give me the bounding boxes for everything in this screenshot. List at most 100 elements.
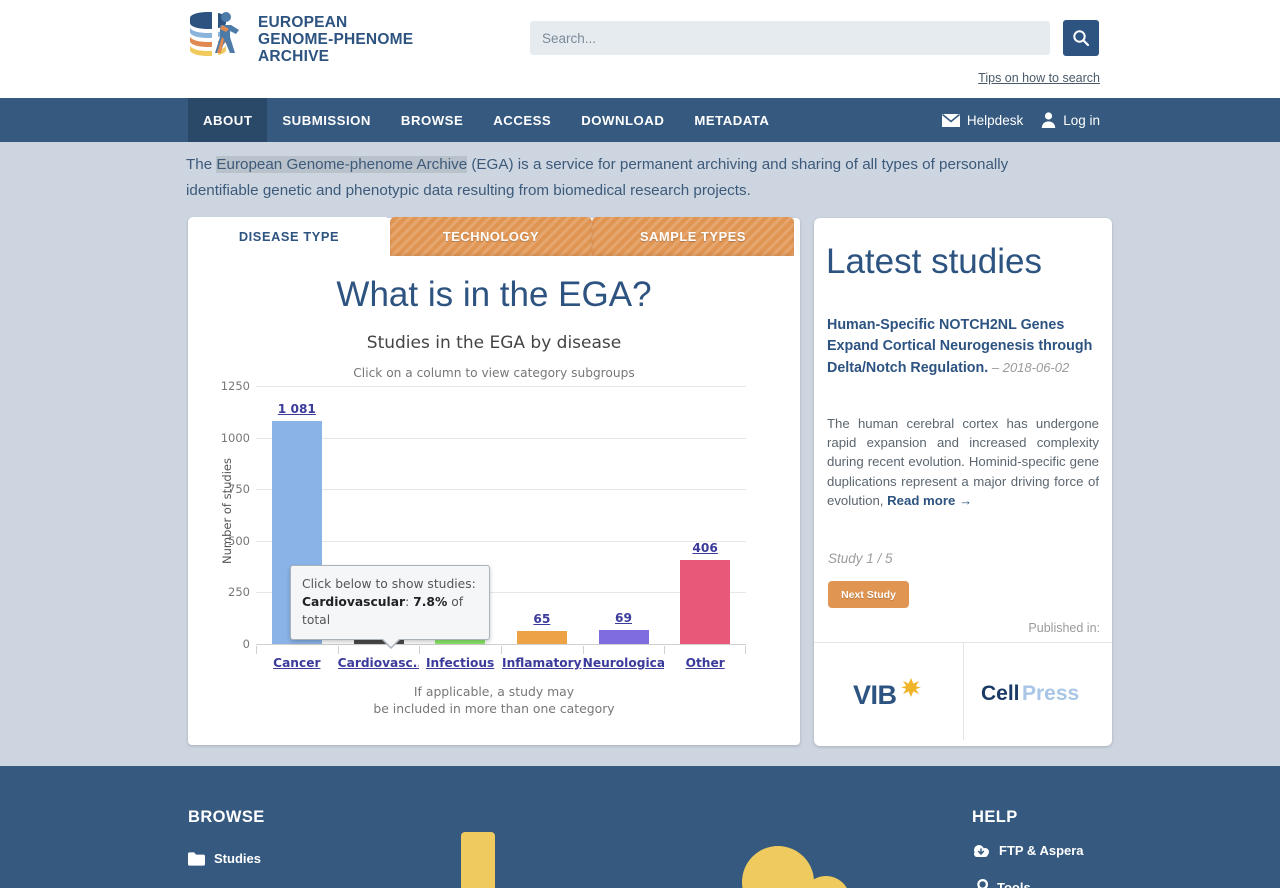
x-tick [337,646,339,654]
ega-logo-icon [186,8,248,70]
nav-item-browse[interactable]: BROWSE [386,98,478,142]
y-axis-ticks: 1250 1000 750 500 250 0 [188,379,250,651]
bar-value-label[interactable]: 69 [599,611,649,625]
chart-tabs: DISEASE TYPE TECHNOLOGY SAMPLE TYPES [188,217,794,256]
helpdesk-link[interactable]: Helpdesk [941,112,1024,128]
cloud-download-icon [974,844,989,857]
chart-footnote: If applicable, a study may be included i… [188,683,800,717]
footer-link-studies[interactable]: Studies [188,851,261,866]
x-label-infectious[interactable]: Infectious [419,656,501,670]
y-tick-0: 0 [242,637,250,651]
site-logo[interactable]: EUROPEAN GENOME-PHENOME ARCHIVE [186,8,413,70]
helpdesk-label: Helpdesk [966,112,1024,128]
nav-item-access[interactable]: ACCESS [478,98,566,142]
x-label-cancer[interactable]: Cancer [256,656,338,670]
study-title-link[interactable]: Human-Specific NOTCH2NL Genes Expand Cor… [827,315,1099,379]
x-tick [256,646,257,654]
bar-value-label[interactable]: 65 [517,612,567,626]
login-label: Log in [1063,112,1100,128]
site-footer: BROWSE Studies HELP FTP & Aspera Tools [0,766,1280,888]
envelope-icon [941,113,960,127]
nav-right-group: Helpdesk Log in [941,98,1100,142]
x-tick [745,646,746,654]
study-abstract: The human cerebral cortex has undergone … [827,414,1099,510]
nav-item-download[interactable]: DOWNLOAD [566,98,679,142]
tooltip-separator: : [405,595,414,609]
tooltip-line-2: Cardiovascular: 7.8% of total [302,593,478,629]
wrench-icon [977,879,988,888]
tab-technology-label: TECHNOLOGY [442,229,540,244]
cellpress-logo-icon: Cell Press [981,682,1079,705]
publisher-cellpress[interactable]: Cell Press [962,643,1113,740]
login-link[interactable]: Log in [1041,112,1100,128]
search-input[interactable] [530,21,1050,55]
chart-plot-area: Number of studies 1250 1000 750 500 250 0 1 0… [188,379,800,676]
bar-neurological[interactable] [598,629,649,644]
nav-item-submission[interactable]: SUBMISSION [267,98,386,142]
bar-value-label[interactable]: 406 [680,541,730,555]
footer-link-tools-label: Tools [997,879,1031,888]
bar-value-label[interactable]: 1 081 [272,402,322,416]
tips-on-how-to-search-link[interactable]: Tips on how to search [978,71,1100,85]
footer-link-ftp-aspera[interactable]: FTP & Aspera [972,843,1084,858]
x-tick [664,646,666,654]
x-label-inflamatory[interactable]: Inflamatory [501,656,583,670]
user-icon [1042,112,1056,128]
tab-technology[interactable]: TECHNOLOGY [390,217,592,256]
next-study-button[interactable]: Next Study [828,581,909,608]
intro-before: The [186,156,217,173]
latest-studies-card: Latest studies Human-Specific NOTCH2NL G… [814,218,1112,746]
y-tick-750: 750 [228,482,250,497]
study-date: 2018-06-02 [1002,360,1070,375]
y-tick-500: 500 [228,533,250,548]
footer-help-heading: HELP [972,808,1018,826]
footer-link-tools[interactable]: Tools [972,879,1031,888]
published-in-label: Published in: [1028,621,1100,635]
tooltip-category: Cardiovascular [302,595,406,609]
publisher-vib[interactable]: VIB [814,643,963,740]
tooltip-arrow [383,639,399,647]
tab-disease-type[interactable]: DISEASE TYPE [188,217,390,256]
y-tick-1250: 1250 [220,379,250,393]
cloud-decoration-icon [726,838,854,888]
read-more-arrow-icon: → [958,492,973,508]
read-more-link[interactable]: Read more → [887,493,972,508]
y-tick-250: 250 [228,585,250,600]
x-tick [582,646,584,654]
read-more-label: Read more [887,492,956,508]
x-tick [419,646,421,654]
download-arrow-decoration-icon [440,832,516,888]
bar-column[interactable] [598,629,649,644]
study-counter: Study 1 / 5 [828,551,893,566]
search-button[interactable] [1063,20,1099,56]
chart-card: DISEASE TYPE TECHNOLOGY SAMPLE TYPES Wha… [188,217,800,745]
bar-other[interactable] [680,560,731,644]
logo-line-1: EUROPEAN [258,13,348,31]
study-dash: – [988,360,1003,375]
publishers-row: VIB Cell Press [814,642,1112,740]
latest-studies-heading: Latest studies [826,242,1042,281]
x-label-neurological[interactable]: Neurological [583,656,665,670]
page-root: EUROPEAN GENOME-PHENOME ARCHIVE Tips on … [0,0,1280,888]
vib-logo-icon: VIB [853,677,922,710]
chart-tooltip: Click below to show studies: Cardiovascu… [290,565,490,649]
tab-disease-type-label: DISEASE TYPE [238,229,340,244]
svg-text:VIB: VIB [853,680,897,710]
y-tick-1000: 1000 [220,430,250,445]
nav-item-about[interactable]: ABOUT [188,98,268,142]
chart-footnote-line-1: If applicable, a study may [413,684,575,699]
folder-icon [188,851,205,866]
bar-column[interactable] [516,630,567,644]
bar-column[interactable] [680,560,731,644]
x-label-other[interactable]: Other [664,656,746,670]
tab-sample-types[interactable]: SAMPLE TYPES [592,217,794,256]
x-label-cardiovascular[interactable]: Cardiovasc... [338,656,420,670]
x-axis-labels: Cancer Cardiovasc... Infectious Inflamatory… [256,646,746,674]
search-icon [1073,30,1090,47]
bar-inflamatory[interactable] [516,630,567,644]
logo-text: EUROPEAN GENOME-PHENOME ARCHIVE [258,14,413,65]
svg-text:Cell: Cell [981,682,1020,705]
tooltip-percent: 7.8% [413,595,448,609]
chart-title: What is in the EGA? [336,275,652,314]
nav-item-metadata[interactable]: METADATA [679,98,784,142]
